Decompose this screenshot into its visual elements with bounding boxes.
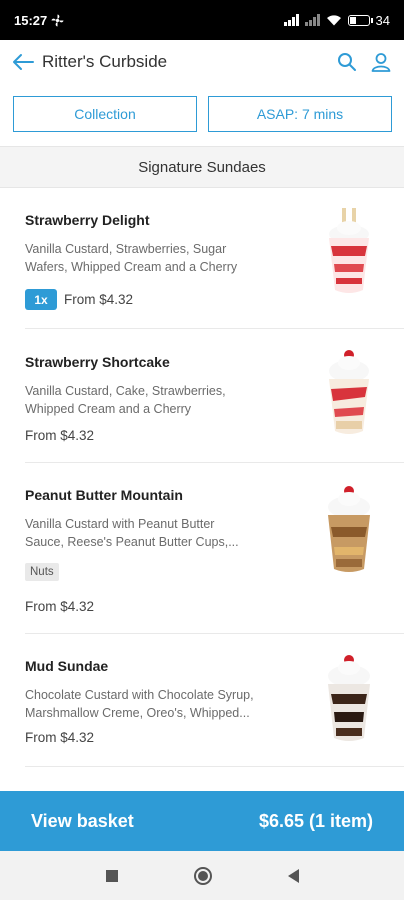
search-icon[interactable] [336, 51, 358, 73]
cell-signal-icon [283, 14, 299, 26]
item-description: Vanilla Custard with Peanut Butter Sauce… [25, 517, 239, 549]
item-name: Mud Sundae [25, 658, 109, 674]
section-header: Signature Sundaes [0, 146, 404, 188]
item-price: From $4.32 [25, 428, 95, 443]
item-name: Peanut Butter Mountain [25, 487, 183, 503]
item-name: Strawberry Delight [25, 212, 150, 228]
sundae-image [328, 655, 370, 741]
recents-icon[interactable] [105, 869, 118, 882]
menu-item[interactable]: Peanut Butter Mountain Vanilla Custard w… [25, 463, 404, 634]
app-header: Ritter's Curbside [0, 40, 404, 84]
item-price: From $4.32 [25, 730, 95, 745]
home-icon[interactable] [193, 866, 212, 885]
person-icon[interactable] [370, 51, 392, 73]
menu-item[interactable]: Mud Sundae Chocolate Custard with Chocol… [25, 634, 404, 767]
battery-percent: 34 [375, 12, 390, 28]
menu-item[interactable]: Strawberry Delight Vanilla Custard, Stra… [25, 188, 404, 329]
back-icon[interactable] [287, 868, 299, 883]
item-price: From $4.32 [25, 599, 95, 614]
battery-icon [347, 14, 373, 26]
item-description: Vanilla Custard, Strawberries, Sugar Waf… [25, 242, 238, 274]
fan-icon [51, 14, 64, 26]
basket-total: $6.65 (1 item) [258, 810, 373, 831]
collection-button[interactable]: Collection [13, 96, 197, 132]
order-time-button[interactable]: ASAP: 7 mins [208, 96, 392, 132]
view-basket-label: View basket [31, 810, 134, 831]
allergen-tag: Nuts [25, 563, 59, 581]
status-time: 15:27 [14, 12, 48, 28]
wifi-icon [326, 15, 341, 26]
cell-signal-2-icon [304, 14, 320, 26]
sundae-image [329, 350, 369, 434]
order-options: Collection ASAP: 7 mins [13, 96, 392, 132]
sundae-image [328, 486, 370, 572]
quantity-badge: 1x [25, 289, 57, 310]
view-basket-bar[interactable]: View basket $6.65 (1 item) [0, 791, 404, 851]
menu-item[interactable]: Strawberry Shortcake Vanilla Custard, Ca… [25, 329, 404, 463]
arrow-left-icon[interactable] [12, 51, 34, 73]
item-name: Strawberry Shortcake [25, 354, 170, 370]
item-price: From $4.32 [64, 292, 134, 307]
page-title: Ritter's Curbside [42, 52, 168, 71]
menu-item-list: Strawberry Delight Vanilla Custard, Stra… [0, 188, 404, 767]
item-description: Chocolate Custard with Chocolate Syrup, … [25, 688, 254, 720]
status-bar: 15:27 34 [0, 0, 404, 40]
sundae-image [329, 208, 369, 293]
item-description: Vanilla Custard, Cake, Strawberries, Whi… [25, 384, 226, 416]
system-nav-bar [0, 851, 404, 900]
